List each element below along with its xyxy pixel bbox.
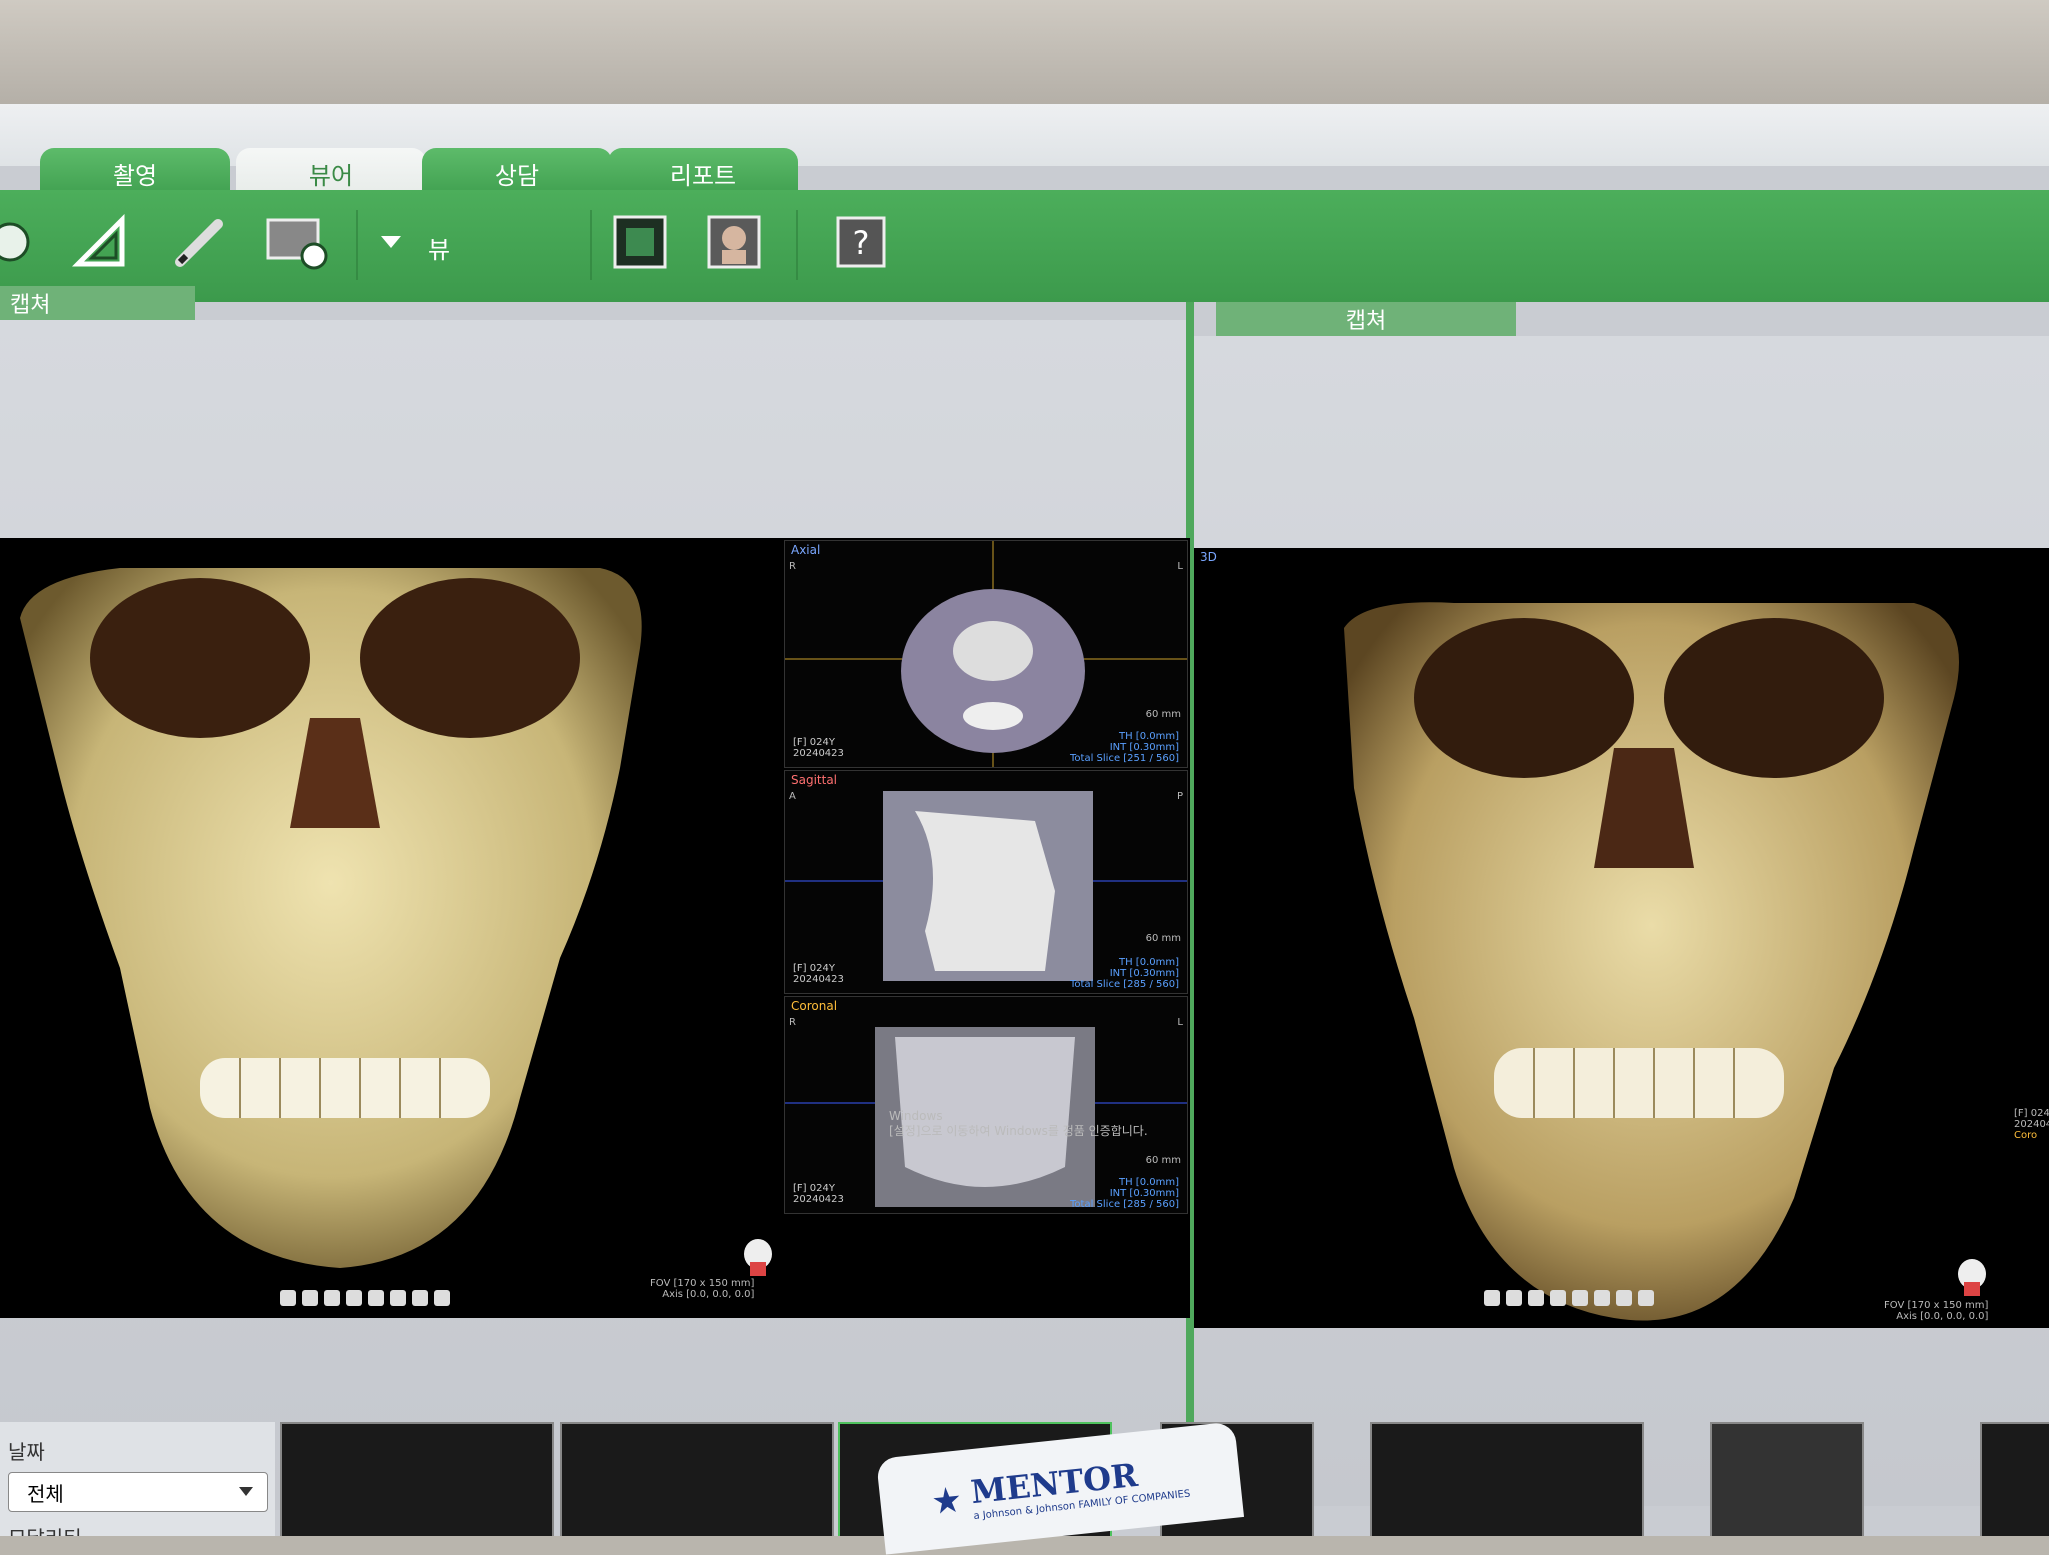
coronal-th: TH [0.0mm] [1119,1177,1179,1188]
date-filter-value: 전체 [27,1481,64,1506]
right-edge-label: Coro [2014,1130,2038,1141]
axial-slice-info: TH [0.0mm] INT [0.30mm] Total Slice [251 /… [1070,731,1179,764]
pencil-icon[interactable] [172,214,228,270]
right-date: 20240424 [2014,1119,2049,1130]
windows-overlay-line1: Windows [889,1109,943,1123]
navigation-buttons[interactable] [280,1290,450,1308]
capture-thumbnail[interactable] [560,1422,834,1536]
right-panel-header: 캡쳐 [1216,302,1516,336]
capture-thumbnail[interactable] [1370,1422,1644,1536]
orientation-head-icon-right[interactable] [1954,1258,1990,1298]
circle-tool-icon[interactable] [0,214,38,270]
tab-consult-label: 상담 [494,161,540,190]
capture-thumbnail[interactable] [1710,1422,1864,1536]
coronal-patient: [F] 024Y [793,1183,835,1194]
axial-patient: [F] 024Y [793,737,835,748]
right-panel-title: 캡쳐 [1345,309,1387,334]
sagittal-int: INT [0.30mm] [1109,968,1179,979]
coronal-int: INT [0.30mm] [1109,1188,1179,1199]
left-fov-text: FOV [170 x 150 mm] [650,1278,755,1289]
volume-render-view-left[interactable]: FOV [170 x 150 mm] Axis [0.0, 0.0, 0.0] [0,538,790,1318]
coronal-slice-info: TH [0.0mm] INT [0.30mm] Total Slice [285 /… [1070,1177,1179,1210]
tab-capture-label: 촬영 [112,161,158,190]
chevron-down-icon [239,1487,253,1496]
sagittal-patient: [F] 024Y [793,963,835,974]
sagittal-total: Total Slice [285 / 560] [1070,979,1179,990]
chevron-down-icon[interactable] [376,214,406,270]
sagittal-th: TH [0.0mm] [1119,957,1179,968]
toolbar-separator [590,210,592,280]
coronal-view[interactable]: Coronal R L 60 mm [F] 024Y 20240423 TH [0… [784,996,1188,1214]
help-glyph: ? [853,224,870,262]
coronal-date: 20240423 [793,1194,844,1205]
left-fov-info: FOV [170 x 150 mm] Axis [0.0, 0.0, 0.0] [650,1278,754,1300]
filter-panel: 날짜 전체 모달리티 [0,1422,275,1536]
volume-right-label: 3D [1200,550,1217,564]
right-fov-text: FOV [170 x 150 mm] [1884,1300,1989,1311]
angle-tool-icon[interactable] [72,214,128,270]
sagittal-slice-info: TH [0.0mm] INT [0.30mm] Total Slice [285 /… [1070,957,1179,990]
coronal-scale: 60 mm [1145,1155,1181,1166]
right-patient: [F] 024Y [2014,1108,2049,1119]
sagittal-patient-info: [F] 024Y 20240423 [793,963,844,985]
axial-date: 20240423 [793,748,844,759]
monitor-bezel [0,0,2049,110]
windows-activation-overlay: Windows [설정]으로 이동하여 Windows를 정품 인증합니다. [889,1109,1148,1139]
axial-th: TH [0.0mm] [1119,731,1179,742]
mpr-column: Axial R L 60 mm [F] 024Y 20240423 TH [0.0… [782,538,1190,1318]
axial-view[interactable]: Axial R L 60 mm [F] 024Y 20240423 TH [0.0… [784,540,1188,768]
axial-int: INT [0.30mm] [1109,742,1179,753]
left-axis-text: Axis [0.0, 0.0, 0.0] [662,1289,755,1300]
axial-total: Total Slice [251 / 560] [1070,753,1179,764]
coronal-total: Total Slice [285 / 560] [1070,1199,1179,1210]
right-axis-text: Axis [0.0, 0.0, 0.0] [1896,1311,1989,1322]
left-panel-title: 캡쳐 [10,293,51,318]
view-dropdown-label[interactable]: 뷰 [428,230,450,265]
capture-refresh-icon[interactable] [262,214,332,270]
date-filter-label: 날짜 [8,1440,45,1464]
app-window: 촬영 뷰어 상담 리포트 뷰 ? 캡쳐 캡쳐 FOV [170 x 150 mm… [0,104,2049,1536]
skull-render-right [1344,602,1959,1321]
toolbar-separator [356,210,358,280]
date-filter-select[interactable]: 전체 [8,1472,268,1512]
left-panel-header: 캡쳐 [0,286,195,320]
orientation-head-icon[interactable] [740,1238,776,1278]
axial-patient-info: [F] 024Y 20240423 [793,737,844,759]
skull-render-left [20,568,642,1268]
sagittal-view[interactable]: Sagittal A P 60 mm [F] 024Y 20240423 TH [… [784,770,1188,994]
tab-viewer-label: 뷰어 [308,161,354,190]
axial-scale: 60 mm [1145,709,1181,720]
toolbar: 뷰 ? [0,190,2049,302]
tab-report-label: 리포트 [669,161,737,190]
star-icon [933,1486,960,1514]
navigation-buttons-right[interactable] [1484,1290,1654,1308]
capture-thumbnail[interactable] [1980,1422,2049,1536]
help-icon[interactable]: ? [834,214,890,270]
modality-filter-label: 모달리티 [8,1522,82,1536]
volume-render-view-right[interactable]: 3D FOV [170 x 150 mm] Axis [0.0, 0.0, 0.… [1194,548,2049,1328]
right-fov-info: FOV [170 x 150 mm] Axis [0.0, 0.0, 0.0] [1884,1300,1988,1322]
windows-overlay-line2: [설정]으로 이동하여 Windows를 정품 인증합니다. [889,1124,1148,1138]
layout-grid-icon[interactable] [612,214,668,270]
sagittal-date: 20240423 [793,974,844,985]
coronal-patient-info: [F] 024Y 20240423 [793,1183,844,1205]
sagittal-scale: 60 mm [1145,933,1181,944]
right-edge-info: [F] 024Y 20240424 Coro [2014,1108,2049,1141]
toolbar-separator [796,210,798,280]
capture-thumbnail[interactable] [280,1422,554,1536]
face-photo-icon[interactable] [706,214,762,270]
